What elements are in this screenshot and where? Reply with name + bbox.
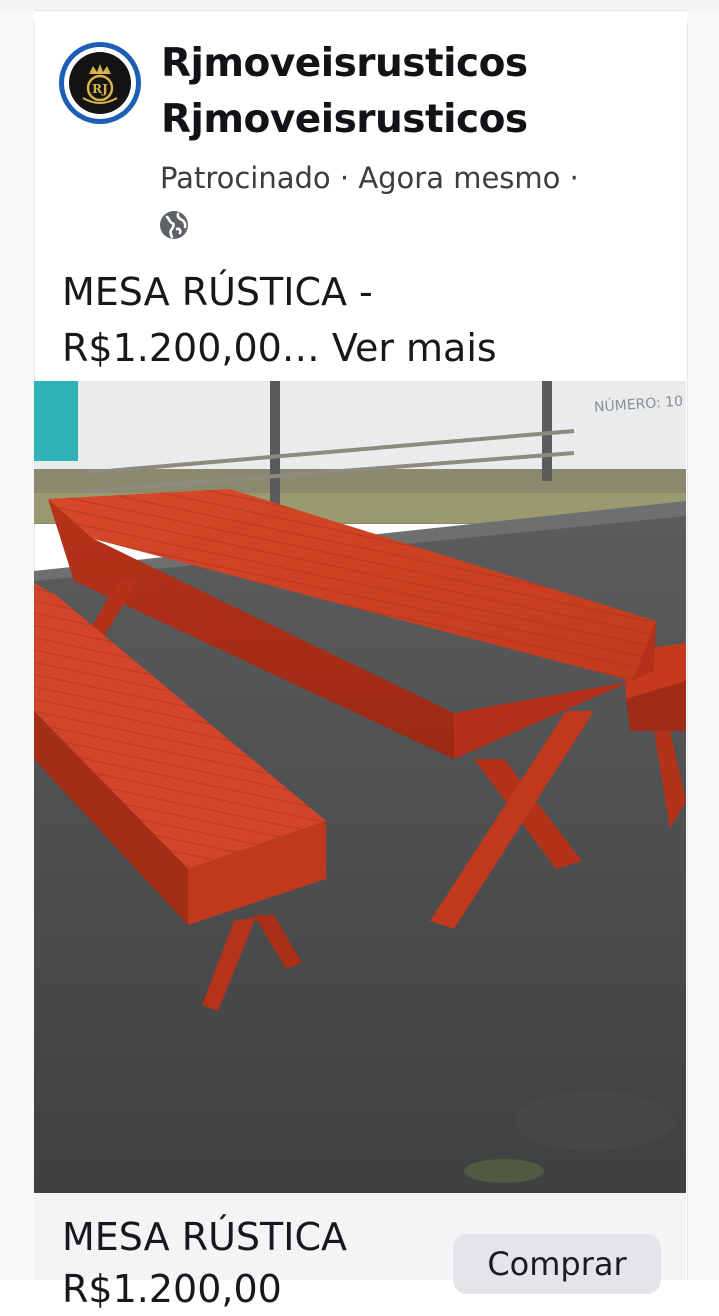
pole-right bbox=[542, 381, 552, 481]
cta-title: MESA RÚSTICA bbox=[62, 1215, 347, 1259]
page-name-line-1: Rjmoveisrusticos bbox=[161, 41, 528, 86]
caption-second-line: R$1.200,00… Ver mais bbox=[62, 320, 662, 376]
globe-icon bbox=[160, 211, 188, 239]
post-meta: Patrocinado · Agora mesmo · bbox=[160, 161, 579, 195]
post-caption: MESA RÚSTICA - R$1.200,00… Ver mais bbox=[62, 264, 662, 376]
page-name-line-2: Rjmoveisrusticos bbox=[161, 97, 528, 142]
buy-button[interactable]: Comprar bbox=[453, 1234, 661, 1294]
caption-title: MESA RÚSTICA - bbox=[62, 270, 373, 314]
caption-price: R$1.200,00… bbox=[62, 326, 320, 370]
moss-patch bbox=[464, 1159, 544, 1183]
avatar-ring: RJ bbox=[64, 47, 136, 119]
puddle bbox=[514, 1091, 674, 1151]
page-avatar[interactable]: RJ bbox=[59, 42, 141, 124]
page-name[interactable]: Rjmoveisrusticos Rjmoveisrusticos bbox=[161, 36, 661, 148]
cta-price: R$1.200,00 bbox=[62, 1267, 282, 1311]
wall-mural bbox=[34, 381, 78, 461]
see-more-link[interactable]: Ver mais bbox=[332, 326, 497, 370]
right-gutter bbox=[687, 10, 719, 1280]
post-photo[interactable]: NÚMERO: 10 bbox=[34, 381, 686, 1193]
crown-crest-icon: RJ bbox=[82, 64, 118, 104]
wall bbox=[34, 381, 686, 481]
top-edge bbox=[0, 0, 719, 11]
avatar-core: RJ bbox=[69, 52, 131, 114]
avatar-monogram: RJ bbox=[92, 82, 108, 96]
pole-left bbox=[270, 381, 280, 511]
left-gutter bbox=[0, 10, 34, 1280]
